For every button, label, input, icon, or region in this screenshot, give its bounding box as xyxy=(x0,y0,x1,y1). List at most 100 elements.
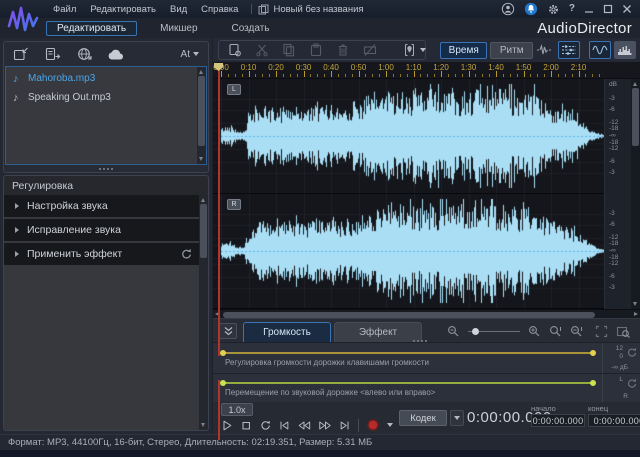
timeline-ruler[interactable]: 0:000:100:200:300:400:501:001:101:201:30… xyxy=(213,62,640,79)
account-icon[interactable] xyxy=(501,2,515,16)
playback-speed-button[interactable]: 1.0x xyxy=(221,403,253,416)
keyframe-view-toggle[interactable] xyxy=(558,41,580,59)
help-icon[interactable]: ? xyxy=(569,4,575,14)
zoom-slider-handle[interactable] xyxy=(472,328,479,335)
scroll-down-icon[interactable] xyxy=(199,157,203,161)
ruler-tick xyxy=(510,74,511,77)
horizontal-scrollbar[interactable] xyxy=(213,309,640,318)
adjustment-item[interactable]: Настройка звука xyxy=(4,195,199,217)
cloud-icon[interactable] xyxy=(108,48,125,61)
cut-icon[interactable] xyxy=(255,43,269,57)
file-list-item[interactable]: ♪Mahoroba.mp3 xyxy=(6,69,206,88)
ruler-label: 1:30 xyxy=(461,63,477,72)
stop-button[interactable] xyxy=(240,419,252,432)
adjustment-scrollbar[interactable] xyxy=(199,195,208,430)
media-file-list[interactable]: ♪Mahoroba.mp3♪Speaking Out.mp3 xyxy=(5,66,207,165)
reset-effects-icon[interactable] xyxy=(180,247,193,260)
menu-item[interactable]: Редактировать xyxy=(90,4,156,15)
file-list-scrollbar[interactable] xyxy=(197,67,206,164)
record-options-caret[interactable] xyxy=(387,423,393,427)
marker-tool[interactable] xyxy=(403,43,426,57)
settings-gear-icon[interactable] xyxy=(547,3,560,16)
menu-item[interactable]: Файл xyxy=(53,4,76,15)
download-sounds-icon[interactable] xyxy=(77,47,92,61)
spectral-view-toggle[interactable] xyxy=(614,41,636,59)
clip-properties-icon[interactable] xyxy=(228,43,242,57)
zoom-slider[interactable] xyxy=(468,331,520,332)
keyframe-dot[interactable] xyxy=(220,380,226,386)
scroll-down-icon[interactable] xyxy=(201,423,205,427)
rewind-button[interactable] xyxy=(297,419,311,432)
codec-button[interactable]: Кодек xyxy=(399,410,447,426)
delete-trash-icon[interactable] xyxy=(336,43,350,57)
fit-to-window-icon[interactable] xyxy=(595,325,608,338)
scrollbar-thumb[interactable] xyxy=(223,312,595,318)
file-list-item[interactable]: ♪Speaking Out.mp3 xyxy=(6,88,206,107)
codec-dropdown[interactable] xyxy=(450,410,464,426)
waveform-left-canvas[interactable] xyxy=(213,79,604,193)
play-button[interactable] xyxy=(221,419,233,432)
scroll-down-icon[interactable] xyxy=(633,302,637,306)
mode-tab[interactable]: Создать xyxy=(221,21,281,36)
menu-item[interactable]: Справка xyxy=(201,4,238,15)
go-to-start-button[interactable] xyxy=(278,419,290,432)
scrollbar-thumb[interactable] xyxy=(200,204,207,258)
start-time-field[interactable]: 0:00:00.000 xyxy=(531,414,585,427)
copy-icon[interactable] xyxy=(282,43,296,57)
time-mode-button[interactable]: Время xyxy=(440,42,487,59)
minimize-button[interactable] xyxy=(584,4,594,14)
scroll-up-icon[interactable] xyxy=(633,82,637,86)
left-channel[interactable]: L xyxy=(213,79,604,194)
stretch-wave-toggle[interactable] xyxy=(533,41,555,59)
waveform-view-toggle[interactable] xyxy=(589,41,611,59)
reset-lane-icon[interactable] xyxy=(626,377,638,389)
volume-envelope-line[interactable] xyxy=(222,352,594,354)
volume-keyframe-lane[interactable]: Регулировка громкости дорожки клавишами … xyxy=(213,342,640,373)
pan-keyframe-lane[interactable]: Перемещение по звуковой дорожке <влево и… xyxy=(213,373,640,402)
keyframe-dot[interactable] xyxy=(590,350,596,356)
paste-icon[interactable] xyxy=(309,43,323,57)
tab-volume[interactable]: Громкость xyxy=(243,322,331,342)
scroll-up-icon[interactable] xyxy=(199,70,203,74)
maximize-button[interactable] xyxy=(603,4,613,14)
ruler-tick xyxy=(228,74,229,77)
lane-label: Регулировка громкости дорожки клавишами … xyxy=(225,358,429,367)
record-button[interactable] xyxy=(366,418,380,432)
panel-resize-handle[interactable] xyxy=(4,165,208,172)
keyframe-dot[interactable] xyxy=(590,380,596,386)
trim-icon[interactable] xyxy=(363,43,377,57)
menu-item[interactable]: Вид xyxy=(170,4,187,15)
scroll-right-icon[interactable] xyxy=(634,312,638,316)
keyframe-dot[interactable] xyxy=(220,350,226,356)
loop-button[interactable] xyxy=(259,419,271,432)
collapse-lanes-button[interactable] xyxy=(219,323,237,339)
notification-bell-icon[interactable] xyxy=(524,2,538,16)
zoom-in-vertical-icon[interactable] xyxy=(570,325,583,338)
text-to-speech-tool[interactable]: At xyxy=(181,49,199,60)
end-time-field[interactable]: 0:00:00.000 xyxy=(588,414,640,427)
mode-tab[interactable]: Микшер xyxy=(149,21,208,36)
batch-import-icon[interactable] xyxy=(45,47,61,61)
close-button[interactable] xyxy=(622,4,632,14)
go-to-end-button[interactable] xyxy=(339,419,351,432)
right-channel[interactable]: R xyxy=(213,194,604,309)
adjustment-item[interactable]: Применить эффект xyxy=(4,243,199,265)
tab-effect[interactable]: Эффект xyxy=(334,322,422,342)
menu-bar: Файл Редактировать Вид Справка xyxy=(46,4,245,15)
zoom-out-vertical-icon[interactable] xyxy=(549,325,562,338)
zoom-out-horizontal-icon[interactable] xyxy=(447,325,460,338)
scrollbar-thumb[interactable] xyxy=(632,88,639,146)
rhythm-mode-button[interactable]: Ритм xyxy=(490,42,533,59)
vertical-scrollbar[interactable] xyxy=(631,79,640,309)
reset-lane-icon[interactable] xyxy=(626,346,638,358)
zoom-to-selection-icon[interactable] xyxy=(616,325,630,338)
fast-forward-button[interactable] xyxy=(318,419,332,432)
pan-envelope-line[interactable] xyxy=(222,382,594,384)
waveform-right-canvas[interactable] xyxy=(213,194,604,308)
zoom-in-horizontal-icon[interactable] xyxy=(528,325,541,338)
mode-tab[interactable]: Редактировать xyxy=(46,21,137,36)
scroll-up-icon[interactable] xyxy=(201,198,205,202)
import-media-icon[interactable] xyxy=(13,47,29,61)
adjustment-item[interactable]: Исправление звука xyxy=(4,219,199,241)
scrollbar-thumb[interactable] xyxy=(198,76,205,146)
